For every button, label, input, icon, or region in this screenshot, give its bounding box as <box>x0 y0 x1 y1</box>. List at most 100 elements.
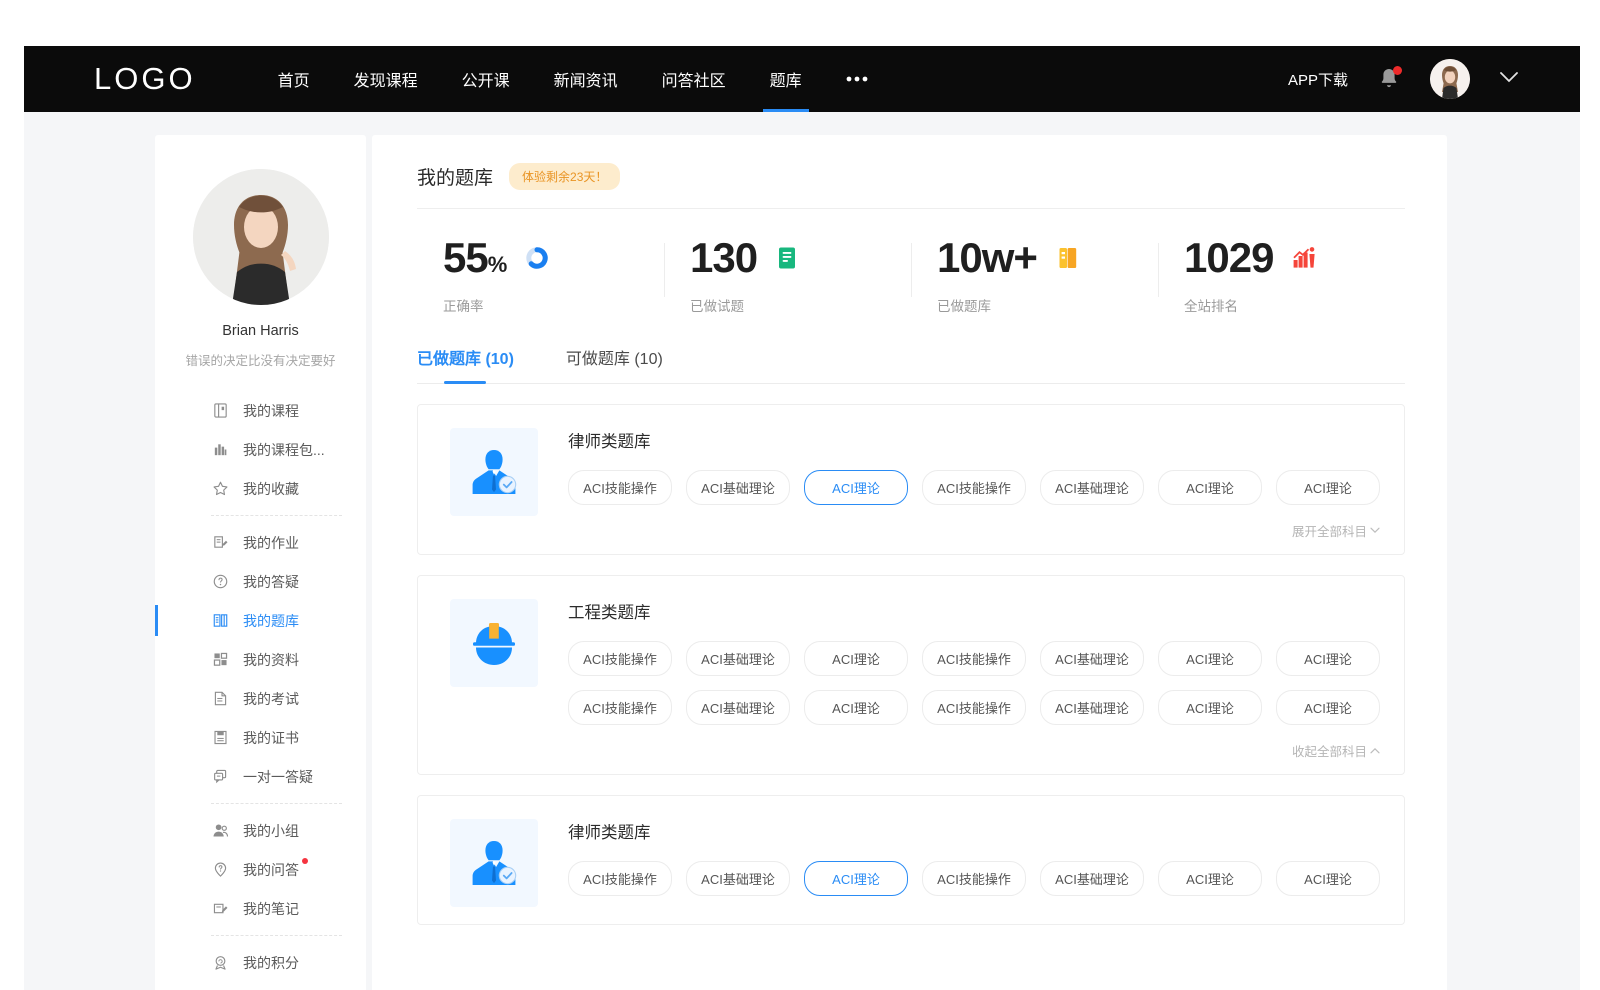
nav-item-5[interactable]: 问答社区 <box>640 46 748 112</box>
stat-card-4: 1029全站排名 <box>1158 237 1405 315</box>
stat-number: 130 <box>690 234 757 281</box>
tab-1[interactable]: 已做题库 (10) <box>417 345 514 383</box>
subject-tag-row: ACI技能操作 ACI基础理论 ACI理论 ACI技能操作 ACI基础理论 ACI理论 AC… <box>568 690 1380 725</box>
note-pen-icon <box>211 900 229 918</box>
subject-tag[interactable]: ACI基础理论 <box>686 861 790 896</box>
profile-name: Brian Harris <box>155 323 366 339</box>
star-icon <box>211 480 229 498</box>
stat-card-2: 130已做试题 <box>664 237 911 315</box>
nav-item-3[interactable]: 公开课 <box>440 46 532 112</box>
subject-tag[interactable]: ACI技能操作 <box>568 470 672 505</box>
subject-tag[interactable]: ACI基础理论 <box>686 641 790 676</box>
subject-tag[interactable]: ACI理论 <box>804 690 908 725</box>
notification-badge <box>1393 66 1402 75</box>
sidebar-item-4[interactable]: 我的作业 <box>155 523 366 562</box>
sidebar-item-12[interactable]: 我的问答 <box>155 850 366 889</box>
subject-tag[interactable]: ACI基础理论 <box>1040 470 1144 505</box>
expand-subjects-button[interactable]: 展开全部科目 <box>568 519 1380 540</box>
sidebar-item-14[interactable]: 我的积分 <box>155 943 366 982</box>
sidebar-item-8[interactable]: 我的考试 <box>155 679 366 718</box>
card-body: 律师类题库ACI技能操作ACI基础理论ACI理论ACI技能操作ACI基础理论AC… <box>568 428 1380 540</box>
subject-tag[interactable]: ACI理论 <box>1276 470 1380 505</box>
sidebar-item-label: 我的笔记 <box>243 899 299 919</box>
profile-photo <box>193 169 329 305</box>
stat-card-1: 55% 正确率 <box>417 237 664 315</box>
lawyer-avatar-icon <box>450 819 538 907</box>
sidebar-item-10[interactable]: 一对一答疑 <box>155 757 366 796</box>
app-download-link[interactable]: APP下载 <box>1288 69 1348 90</box>
avatar[interactable] <box>1430 59 1470 99</box>
question-bank-card[interactable]: 律师类题库 ACI技能操作 ACI基础理论 ACI理论 ACI技能操作 ACI基础理论 AC… <box>417 795 1405 925</box>
stat-number: 10w+ <box>937 234 1037 281</box>
stat-number: 55 <box>443 234 488 281</box>
profile-motto: 错误的决定比没有决定要好 <box>155 350 366 369</box>
subject-tag[interactable]: ACI理论 <box>804 861 908 896</box>
sidebar-item-1[interactable]: 我的课程 <box>155 391 366 430</box>
subject-tag[interactable]: ACI技能操作 <box>922 641 1026 676</box>
subject-tag[interactable]: ACI理论 <box>1158 641 1262 676</box>
sidebar-item-label: 我的答疑 <box>243 572 299 592</box>
subject-tag[interactable]: ACI技能操作 <box>922 470 1026 505</box>
stat-value: 130 <box>690 237 757 279</box>
expand-subjects-label: 展开全部科目 <box>1292 521 1367 540</box>
stat-label: 正确率 <box>443 295 664 315</box>
subject-tag[interactable]: ACI基础理论 <box>1040 861 1144 896</box>
question-bank-card[interactable]: 律师类题库ACI技能操作ACI基础理论ACI理论ACI技能操作ACI基础理论AC… <box>417 404 1405 555</box>
subject-tag[interactable]: ACI技能操作 <box>568 641 672 676</box>
exam-paper-icon <box>211 690 229 708</box>
expand-subjects-button[interactable]: 收起全部科目 <box>568 739 1380 760</box>
stat-value-row: 1029 <box>1184 237 1405 279</box>
points-icon <box>211 954 229 972</box>
nav-item-1[interactable]: 首页 <box>256 46 332 112</box>
subject-tag-row: ACI技能操作 ACI基础理论 ACI理论 ACI技能操作 ACI基础理论 ACI理论 AC… <box>568 641 1380 676</box>
nav-item-6[interactable]: 题库 <box>748 46 824 112</box>
unread-dot <box>302 858 308 864</box>
subject-tag[interactable]: ACI技能操作 <box>922 861 1026 896</box>
tab-2[interactable]: 可做题库 (10) <box>566 345 663 383</box>
notification-bell-button[interactable] <box>1378 67 1400 91</box>
sidebar-item-3[interactable]: 我的收藏 <box>155 469 366 508</box>
sidebar-item-2[interactable]: 我的课程包... <box>155 430 366 469</box>
subject-tag[interactable]: ACI理论 <box>1276 690 1380 725</box>
sidebar-item-label: 我的考试 <box>243 689 299 709</box>
nav-item-4[interactable]: 新闻资讯 <box>532 46 640 112</box>
subject-tag[interactable]: ACI基础理论 <box>686 690 790 725</box>
subject-tag[interactable]: ACI技能操作 <box>922 690 1026 725</box>
stat-number: 1029 <box>1184 234 1273 281</box>
subject-tag[interactable]: ACI基础理论 <box>1040 690 1144 725</box>
sidebar-item-6[interactable]: 我的题库 <box>155 601 366 640</box>
subject-tag[interactable]: ACI理论 <box>804 641 908 676</box>
sidebar-item-7[interactable]: 我的资料 <box>155 640 366 679</box>
sidebar-item-label: 我的课程包... <box>243 440 325 460</box>
subject-tag[interactable]: ACI理论 <box>1158 690 1262 725</box>
site-logo[interactable]: LOGO <box>94 61 196 97</box>
nav-more-icon[interactable] <box>824 46 890 112</box>
group-icon <box>211 822 229 840</box>
nav-item-2[interactable]: 发现课程 <box>332 46 440 112</box>
homework-icon <box>211 534 229 552</box>
stat-value: 10w+ <box>937 237 1037 279</box>
card-title: 律师类题库 <box>568 819 1380 843</box>
stat-suffix: % <box>488 252 507 277</box>
sidebar-item-11[interactable]: 我的小组 <box>155 811 366 850</box>
subject-tag[interactable]: ACI理论 <box>1158 470 1262 505</box>
sidebar-item-13[interactable]: 我的笔记 <box>155 889 366 928</box>
subject-tag[interactable]: ACI基础理论 <box>686 470 790 505</box>
subject-tag[interactable]: ACI理论 <box>804 470 908 505</box>
question-bank-card[interactable]: 工程类题库ACI技能操作ACI基础理论ACI理论ACI技能操作ACI基础理论AC… <box>417 575 1405 775</box>
stat-label: 已做题库 <box>937 295 1158 315</box>
subject-tag[interactable]: ACI理论 <box>1276 641 1380 676</box>
sidebar-item-5[interactable]: 我的答疑 <box>155 562 366 601</box>
stat-value-row: 55% <box>443 237 664 279</box>
navbar-right: APP下载 <box>1288 59 1580 99</box>
subject-tag[interactable]: ACI基础理论 <box>1040 641 1144 676</box>
page-body: Brian Harris 错误的决定比没有决定要好 我的课程我的课程包... 我的… <box>24 112 1580 990</box>
sidebar-item-label: 我的题库 <box>243 611 299 631</box>
subject-tag[interactable]: ACI理论 <box>1158 861 1262 896</box>
subject-tag[interactable]: ACI技能操作 <box>568 861 672 896</box>
account-chevron-down-icon[interactable] <box>1500 70 1518 88</box>
page-title: 我的题库 <box>417 163 493 190</box>
subject-tag[interactable]: ACI理论 <box>1276 861 1380 896</box>
subject-tag[interactable]: ACI技能操作 <box>568 690 672 725</box>
sidebar-item-9[interactable]: 我的证书 <box>155 718 366 757</box>
